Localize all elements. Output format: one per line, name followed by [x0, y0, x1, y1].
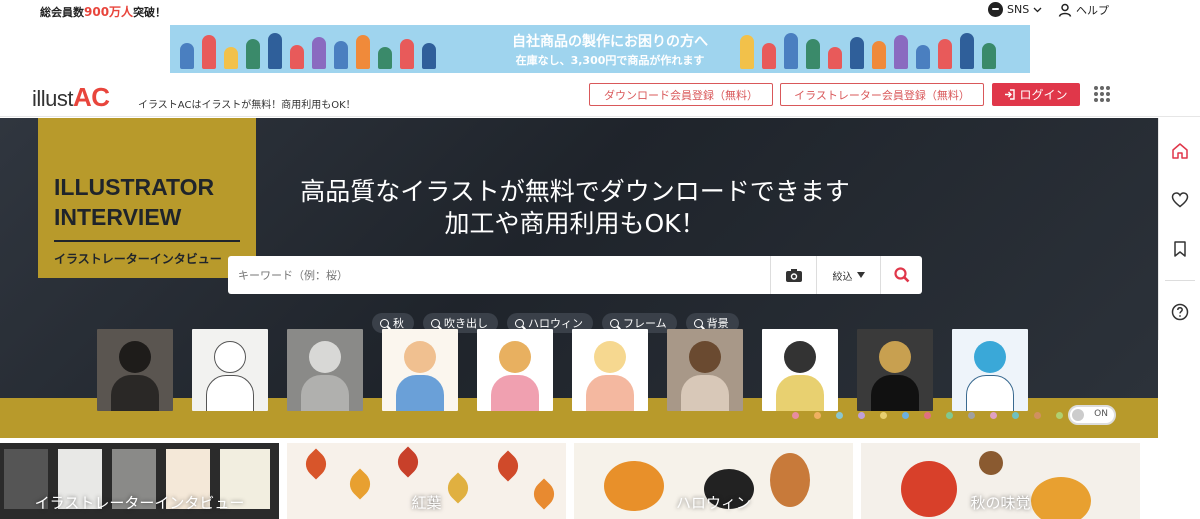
illustrator-register-button[interactable]: イラストレーター会員登録（無料） [780, 83, 984, 106]
illustrator-thumbnail[interactable] [762, 329, 838, 411]
category-label: ハロウィン [675, 494, 751, 512]
site-tagline: イラストACはイラストが無料！商用利用もOK！ [138, 100, 356, 111]
site-header: illustAC イラストACはイラストが無料！商用利用もOK！ ダウンロード会… [0, 76, 1200, 117]
interview-subtitle: イラストレーターインタビュー [54, 252, 222, 266]
camera-icon [785, 268, 802, 282]
interview-title-line1: ILLUSTRATOR [54, 174, 215, 200]
member-count-suffix: 突破！ [133, 6, 167, 19]
illustrator-thumbnail[interactable] [97, 329, 173, 411]
chevron-down-icon [1033, 7, 1042, 12]
banner-headline: 自社商品の製作にお困りの方へ [512, 34, 708, 50]
filter-dropdown[interactable]: 絞込 [816, 256, 880, 294]
illustrator-thumbnail[interactable] [382, 329, 458, 411]
apps-grid-icon[interactable] [1094, 86, 1110, 102]
illustrator-thumbnail[interactable] [192, 329, 268, 411]
carousel-dot[interactable] [902, 412, 909, 419]
illustrator-thumbnail[interactable] [572, 329, 648, 411]
login-button[interactable]: ログイン [992, 83, 1080, 106]
bookmark-icon[interactable] [1171, 240, 1189, 258]
carousel-dot[interactable] [924, 412, 931, 419]
caret-down-icon [856, 272, 865, 278]
help-link[interactable]: ヘルプ [1058, 2, 1109, 18]
toggle-knob [1072, 409, 1084, 421]
filter-label: 絞込 [832, 271, 853, 283]
person-icon [1058, 3, 1072, 17]
category-label: 秋の味覚 [970, 494, 1031, 512]
illustrator-thumbnail[interactable] [667, 329, 743, 411]
illustrator-thumbnail[interactable] [477, 329, 553, 411]
site-logo[interactable]: illustAC [32, 82, 110, 113]
carousel-dot[interactable] [792, 412, 799, 419]
carousel-dot[interactable] [946, 412, 953, 419]
autoplay-toggle[interactable]: ON [1068, 405, 1116, 425]
hero-subheadline: 加工や商用利用もOK！ [444, 209, 706, 238]
logo-text: illust [32, 86, 74, 111]
category-label: イラストレーターインタビュー [34, 494, 245, 512]
login-icon [1005, 89, 1016, 100]
help-label: ヘルプ [1076, 4, 1109, 17]
search-icon [693, 318, 703, 328]
sns-label: SNS [1007, 3, 1030, 16]
illustrator-thumbnails [97, 329, 1028, 411]
carousel-dot[interactable] [836, 412, 843, 419]
carousel-dot[interactable] [1012, 412, 1019, 419]
member-count-number: 900万人 [84, 5, 134, 19]
interview-divider [54, 240, 240, 242]
search-icon [380, 318, 389, 328]
chat-bubble-icon [988, 2, 1003, 17]
illustrator-thumbnail[interactable] [952, 329, 1028, 411]
illustrator-thumbnail[interactable] [857, 329, 933, 411]
carousel-dot[interactable] [968, 412, 975, 419]
category-label: 紅葉 [411, 494, 442, 512]
carousel-dot[interactable] [990, 412, 997, 419]
sidebar-divider [1165, 280, 1195, 281]
category-card-interview[interactable]: イラストレーターインタビュー [0, 443, 279, 519]
search-input[interactable] [238, 264, 758, 286]
image-search-button[interactable] [770, 256, 816, 294]
search-button[interactable] [880, 256, 922, 294]
category-card-halloween[interactable]: ハロウィン [574, 443, 853, 519]
category-card-autumn-leaves[interactable]: 紅葉 [287, 443, 566, 519]
carousel-dot[interactable] [880, 412, 887, 419]
top-bar: 総会員数900万人突破！ SNS ヘルプ [0, 0, 1200, 22]
carousel-dot[interactable] [858, 412, 865, 419]
search-bar: 絞込 [228, 256, 922, 294]
sns-menu[interactable]: SNS [988, 2, 1042, 17]
interview-title-line2: INTERVIEW [54, 204, 182, 230]
logo-ac: AC [73, 82, 110, 112]
illustrator-thumbnail[interactable] [287, 329, 363, 411]
download-register-button[interactable]: ダウンロード会員登録（無料） [589, 83, 773, 106]
heart-icon[interactable] [1171, 191, 1189, 209]
category-cards: イラストレーターインタビュー 紅葉 ハロウィン 秋の味覚 [0, 443, 1158, 519]
search-icon [610, 318, 619, 328]
home-icon[interactable] [1171, 142, 1189, 160]
search-icon [893, 267, 909, 283]
carousel-dots [792, 412, 1063, 419]
carousel-dot[interactable] [1034, 412, 1041, 419]
question-icon[interactable] [1171, 303, 1189, 321]
banner-subline: 在庫なし、3,300円で商品が作れます [515, 54, 705, 67]
login-label: ログイン [1019, 88, 1068, 102]
banner-illustration-right [740, 29, 996, 69]
promo-banner[interactable]: 自社商品の製作にお困りの方へ 在庫なし、3,300円で商品が作れます [170, 25, 1030, 73]
banner-illustration-left [180, 29, 436, 69]
search-icon [515, 318, 524, 328]
category-card-autumn-taste[interactable]: 秋の味覚 [861, 443, 1140, 519]
right-sidebar [1158, 118, 1200, 340]
carousel-dot[interactable] [1056, 412, 1063, 419]
search-icon [431, 318, 440, 328]
member-count-prefix: 総会員数 [40, 6, 84, 19]
hero-headline: 高品質なイラストが無料でダウンロードできます [300, 177, 850, 206]
hero-section: ILLUSTRATOR INTERVIEW イラストレーターインタビュー 高品質… [0, 118, 1158, 438]
toggle-label: ON [1094, 409, 1108, 419]
member-count: 総会員数900万人突破！ [40, 3, 166, 20]
carousel-dot[interactable] [814, 412, 821, 419]
